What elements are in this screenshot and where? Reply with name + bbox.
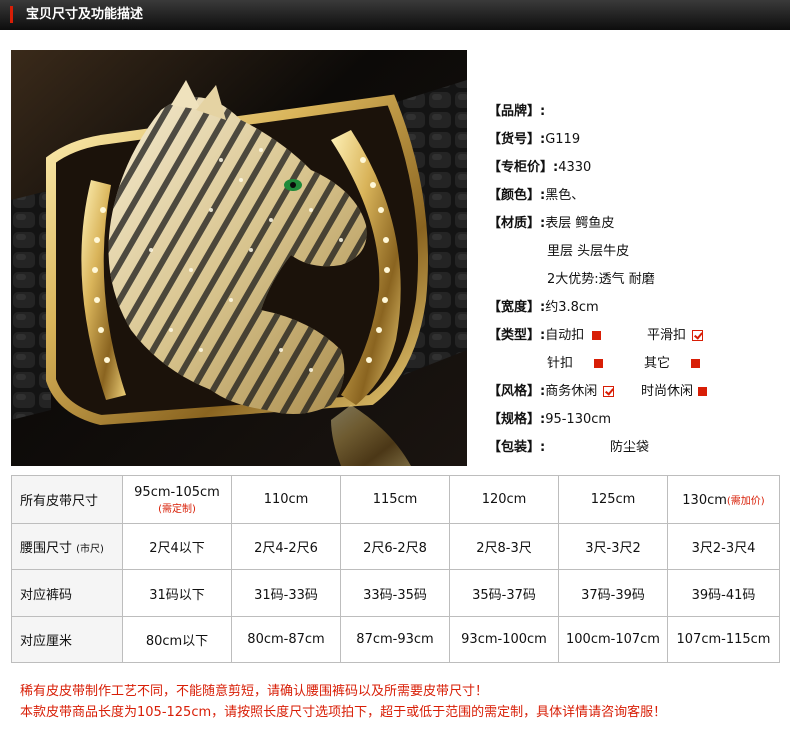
table-cell: 2尺4以下 [122,523,232,570]
table-row: 对应裤码 31码以下 31码-33码 33码-35码 35码-37码 37码-3… [11,569,780,617]
spec-brand: 【品牌】: [488,103,545,121]
style-business-checked-icon [603,386,615,397]
spec-size: 【规格】:95-130cm [488,411,611,429]
size-table: 所有皮带尺寸 95cm-105cm (需定制) 110cm 115cm 120cm… [11,475,780,663]
table-cell: 2尺8-3尺 [449,523,559,570]
table-cell: 110cm [231,475,341,524]
table-cell: 95cm-105cm (需定制) [122,475,232,524]
type-other-square-icon [691,359,701,368]
type-smooth: 平滑扣 [647,328,687,343]
table-cell: 39码-41码 [667,569,780,617]
product-photo [11,50,467,466]
type-pin-square-icon [594,359,604,368]
table-row: 对应厘米 80cm以下 80cm-87cm 87cm-93cm 93cm-100… [11,616,780,663]
color-label: 【颜色】: [488,188,546,203]
material-label: 【材质】: [488,216,546,231]
type-smooth-checked-icon [692,330,704,341]
spec-width: 【宽度】:约3.8cm [488,299,599,317]
row-label: 对应裤码 [11,569,123,617]
spec-type-smooth: 平滑扣 [647,327,704,345]
surcharge-note: (需加价) [726,495,765,507]
table-cell: 2尺6-2尺8 [340,523,450,570]
belt-buckle-illustration [11,50,467,466]
material-outer: 表层 鳄鱼皮 [545,216,615,231]
spec-type: 【类型】:自动扣 [488,327,602,345]
table-cell: 31码以下 [122,569,232,617]
spec-model: 【货号】:G119 [488,131,580,149]
spec-color: 【颜色】:黑色、 [488,187,584,205]
warning-note-2: 本款皮带商品长度为105-125cm，请按照长度尺寸选项拍下，超于或低于范围的需… [20,705,667,720]
size-label: 【规格】: [488,412,546,427]
table-cell: 3尺-3尺2 [558,523,668,570]
header-accent-bar [10,6,13,23]
table-cell: 120cm [449,475,559,524]
table-cell: 130cm(需加价) [667,475,780,524]
table-cell: 125cm [558,475,668,524]
style-fashion-square-icon [698,387,708,396]
width-label: 【宽度】: [488,300,546,315]
width-value: 约3.8cm [545,300,599,315]
spec-type-other: 其它 [644,355,701,373]
table-cell: 3尺2-3尺4 [667,523,780,570]
table-row: 腰围尺寸 (市尺) 2尺4以下 2尺4-2尺6 2尺6-2尺8 2尺8-3尺 3… [11,523,780,570]
model-value: G119 [545,132,581,147]
table-cell: 80cm-87cm [231,616,341,663]
spec-price: 【专柜价】:4330 [488,159,591,177]
table-cell: 93cm-100cm [449,616,559,663]
spec-style-fashion: 时尚休闲 [641,383,708,401]
price-value: 4330 [558,160,592,175]
type-auto-square-icon [592,331,602,340]
style-label: 【风格】: [488,384,546,399]
size-value: 95-130cm [545,412,612,427]
package-label: 【包装】: [488,440,546,455]
style-fashion: 时尚休闲 [641,384,694,399]
spec-material-advantage: 2大优势:透气 耐磨 [547,272,655,287]
spec-type-pin: 针扣 [547,355,604,373]
price-label: 【专柜价】: [488,160,559,175]
table-cell: 115cm [340,475,450,524]
table-row: 所有皮带尺寸 95cm-105cm (需定制) 110cm 115cm 120cm… [11,475,780,524]
type-other: 其它 [644,356,671,371]
type-pin: 针扣 [547,356,574,371]
table-cell: 35码-37码 [449,569,559,617]
table-cell: 33码-35码 [340,569,450,617]
row-label-unit: (市尺) [76,544,104,555]
spec-style: 【风格】:商务休闲 [488,383,615,401]
table-cell: 87cm-93cm [340,616,450,663]
cell-value: 95cm-105cm [134,484,220,500]
brand-label: 【品牌】: [488,104,546,119]
row-label: 腰围尺寸 (市尺) [11,523,123,570]
type-label: 【类型】: [488,328,546,343]
table-cell: 31码-33码 [231,569,341,617]
table-cell: 80cm以下 [122,616,232,663]
style-business: 商务休闲 [545,384,598,399]
section-title: 宝贝尺寸及功能描述 [26,7,144,22]
row-label: 所有皮带尺寸 [11,475,123,524]
table-cell: 100cm-107cm [558,616,668,663]
color-value: 黑色、 [545,188,585,203]
spec-package: 【包装】: [488,439,545,457]
table-cell: 2尺4-2尺6 [231,523,341,570]
row-label: 对应厘米 [11,616,123,663]
warning-note-1: 稀有皮皮带制作工艺不同，不能随意剪短，请确认腰围裤码以及所需要皮带尺寸！ [20,684,489,699]
cell-value: 130cm [682,492,727,508]
table-cell: 107cm-115cm [667,616,780,663]
custom-note: (需定制) [158,503,196,515]
model-label: 【货号】: [488,132,546,147]
spec-material-inner: 里层 头层牛皮 [547,244,630,259]
type-auto: 自动扣 [545,328,585,343]
spec-material: 【材质】:表层 鳄鱼皮 [488,215,614,233]
row-label-text: 腰围尺寸 [20,541,73,556]
section-header: 宝贝尺寸及功能描述 [0,0,790,30]
package-value: 防尘袋 [610,440,650,455]
table-cell: 37码-39码 [558,569,668,617]
